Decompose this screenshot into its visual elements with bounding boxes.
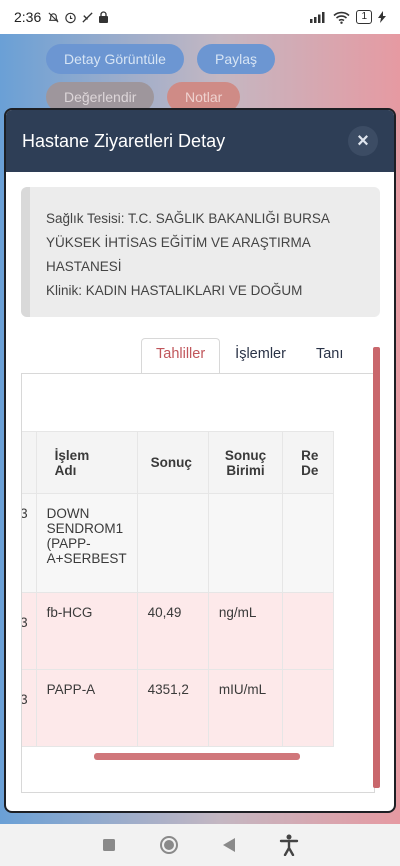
tab-bar: Tahliller İşlemler Tanı (141, 338, 358, 374)
row-date: 23 (22, 669, 37, 747)
header-islem-adi: İşlem Adı (35, 431, 138, 494)
facility-line-1: Sağlık Tesisi: T.C. SAĞLIK BAKANLIĞI BUR… (46, 211, 330, 226)
back-icon[interactable] (222, 837, 236, 853)
wifi-icon (333, 11, 350, 24)
lock-icon (99, 10, 109, 23)
bell-off-icon (48, 11, 59, 23)
header-birim-line1: Sonuç (224, 447, 267, 463)
facility-info: Sağlık Tesisi: T.C. SAĞLIK BAKANLIĞI BUR… (21, 187, 380, 317)
row-sonuc: 40,49 (136, 592, 209, 670)
table-row[interactable]: 23 fb-HCG 40,49 ng/mL (22, 592, 334, 670)
tab-content: İşlem Adı Sonuç Sonuç Birimi Re De DOWN … (21, 373, 375, 793)
header-birim: Sonuç Birimi (207, 431, 284, 494)
modal-title: Hastane Ziyaretleri Detay (22, 130, 226, 151)
row-date: 23 (22, 592, 37, 670)
share-button[interactable]: Paylaş (197, 44, 276, 74)
row-sonuc (136, 493, 209, 593)
facility-line-2: YÜKSEK İHTİSAS EĞİTİM VE ARAŞTIRMA (46, 235, 311, 250)
row-ref (282, 493, 334, 593)
header-islem-adi-line1: İşlem (54, 447, 90, 463)
tab-islemler[interactable]: İşlemler (220, 338, 301, 374)
detail-view-button[interactable]: Detay Görüntüle (46, 44, 184, 74)
row-date: 23 (22, 493, 37, 593)
system-icons: 1 (309, 10, 386, 24)
accessibility-icon[interactable] (279, 834, 299, 856)
signal-icon (310, 12, 325, 23)
charging-icon (378, 11, 386, 23)
header-ref-line2: De (301, 462, 319, 478)
tab-tahliller[interactable]: Tahliller (141, 338, 221, 374)
table-row[interactable]: 23 PAPP-A 4351,2 mIU/mL (22, 669, 334, 747)
notification-icons (47, 10, 109, 24)
horizontal-scrollbar[interactable] (94, 753, 300, 760)
header-ref-line1: Re (301, 447, 319, 463)
mute-icon (82, 11, 93, 23)
clock: 2:36 (14, 9, 42, 25)
tab-tani[interactable]: Tanı (301, 338, 358, 374)
clinic-line: Klinik: KADIN HASTALIKLARI VE DOĞUM (46, 283, 303, 298)
navigation-bar (0, 824, 400, 866)
status-bar: 2:36 1 (0, 0, 400, 34)
table-header-row: İşlem Adı Sonuç Sonuç Birimi Re De (22, 431, 334, 494)
row-birim: ng/mL (207, 592, 284, 670)
row-ref (282, 592, 334, 670)
row-sonuc: 4351,2 (136, 669, 209, 747)
row-islem-adi: PAPP-A (35, 669, 138, 747)
circle-icon[interactable] (159, 835, 179, 855)
facility-line-3: HASTANESİ (46, 259, 122, 274)
square-icon[interactable] (102, 838, 116, 852)
table-row[interactable]: 23 DOWN SENDROM1 (PAPP-A+SERBEST (22, 493, 334, 593)
header-ref: Re De (282, 431, 334, 494)
row-birim: mIU/mL (207, 669, 284, 747)
vertical-scrollbar[interactable] (373, 347, 380, 788)
header-birim-line2: Birimi (226, 462, 265, 478)
row-islem-adi: fb-HCG (35, 592, 138, 670)
results-table: İşlem Adı Sonuç Sonuç Birimi Re De DOWN … (22, 431, 334, 747)
row-islem-adi: DOWN SENDROM1 (PAPP-A+SERBEST (35, 493, 138, 593)
alarm-icon (65, 12, 76, 23)
close-icon[interactable]: × (348, 126, 378, 156)
header-sonuc: Sonuç (136, 431, 209, 494)
row-birim (207, 493, 284, 593)
header-date (22, 431, 37, 494)
visit-detail-modal: Hastane Ziyaretleri Detay × Sağlık Tesis… (4, 108, 396, 813)
row-ref (282, 669, 334, 747)
modal-header: Hastane Ziyaretleri Detay × (6, 110, 394, 172)
battery-icon: 1 (356, 10, 372, 24)
header-islem-adi-line2: Adı (54, 462, 77, 478)
